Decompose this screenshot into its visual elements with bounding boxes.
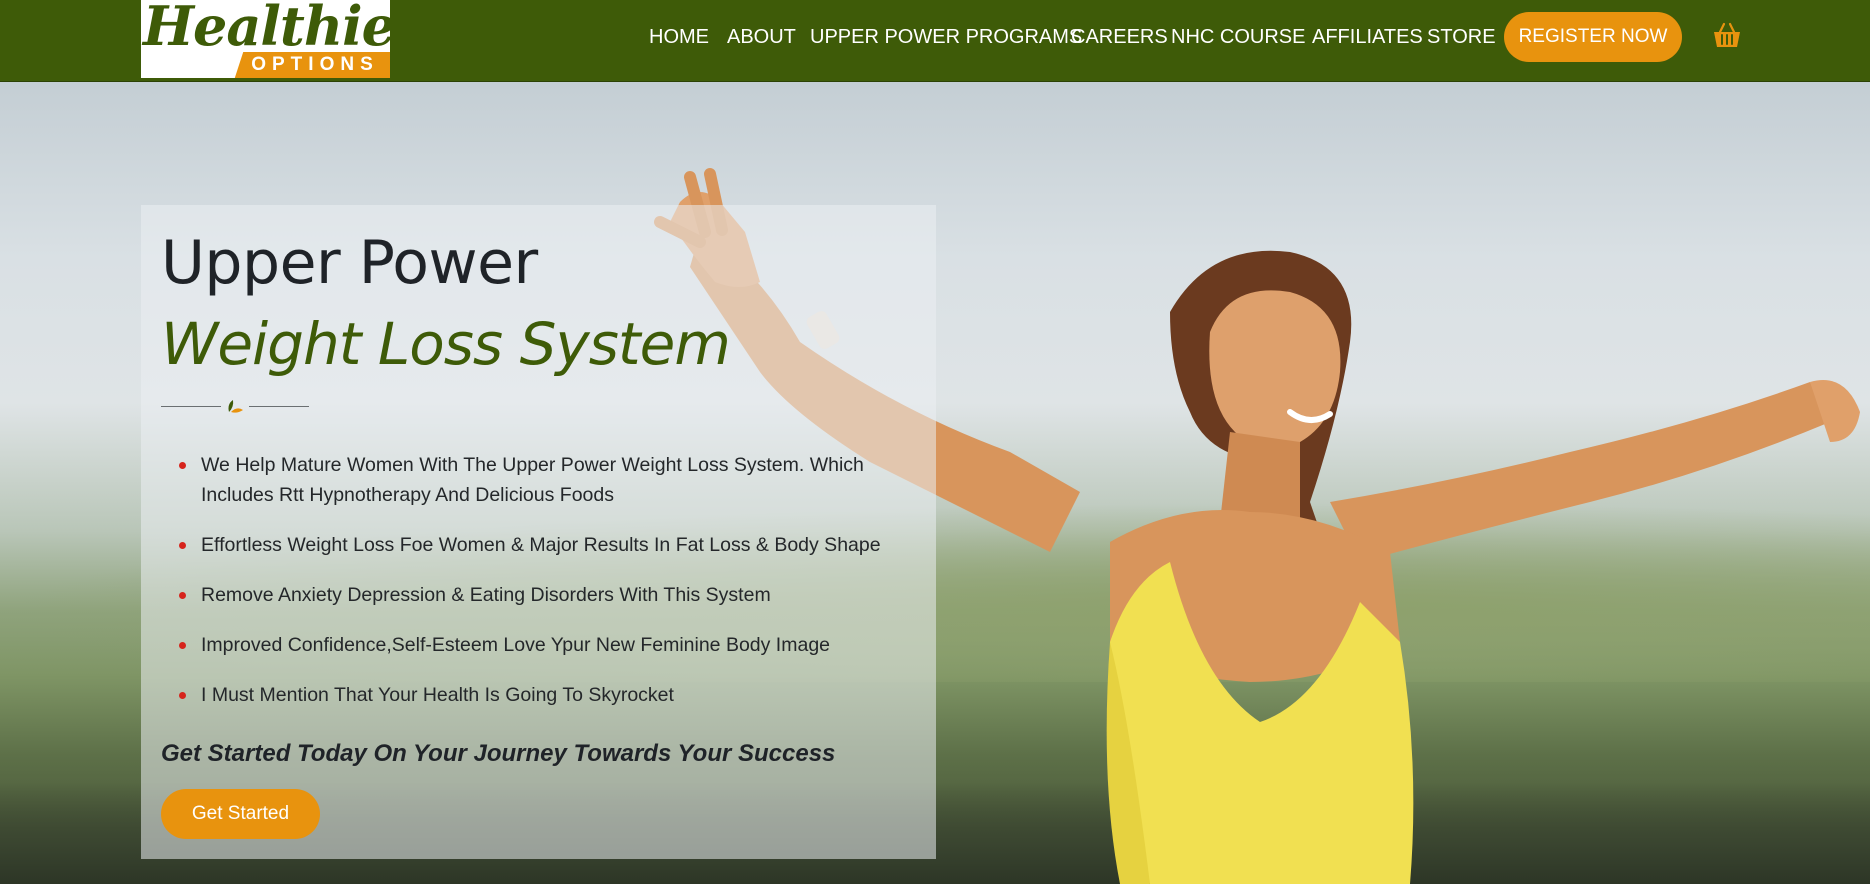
nav-upper-power-programs[interactable]: UPPER POWER PROGRAMS: [810, 26, 1082, 49]
register-now-button[interactable]: REGISTER NOW: [1504, 12, 1682, 62]
divider-line-right: [249, 406, 309, 407]
divider-line-left: [161, 406, 221, 407]
leaf-icon: [228, 400, 243, 413]
list-item: Effortless Weight Loss Foe Women & Major…: [175, 530, 915, 580]
nav-about[interactable]: ABOUT: [727, 26, 796, 49]
bullet-dot: [179, 642, 186, 649]
bullet-dot: [179, 592, 186, 599]
list-item: I Must Mention That Your Health Is Going…: [175, 680, 915, 730]
list-item: Improved Confidence,Self-Esteem Love Ypu…: [175, 630, 915, 680]
nav-affiliates[interactable]: AFFILIATES: [1312, 26, 1423, 49]
hero-title-line2: Weight Loss System: [161, 310, 731, 378]
cta-heading: Get Started Today On Your Journey Toward…: [161, 740, 836, 767]
bullet-dot: [179, 692, 186, 699]
logo-wordmark: Healthier: [143, 0, 390, 58]
basket-icon[interactable]: [1711, 20, 1743, 52]
bullet-dot: [179, 542, 186, 549]
benefits-list: We Help Mature Women With The Upper Powe…: [175, 450, 915, 730]
site-logo[interactable]: Healthier OPTIONS: [141, 0, 390, 78]
nav-nhc-course[interactable]: NHC COURSE: [1171, 26, 1305, 49]
list-item: We Help Mature Women With The Upper Powe…: [175, 450, 915, 530]
nav-store[interactable]: STORE: [1427, 26, 1496, 49]
list-item: Remove Anxiety Depression & Eating Disor…: [175, 580, 915, 630]
logo-subtitle: OPTIONS: [251, 54, 379, 75]
site-header: Healthier OPTIONS HOME ABOUT UPPER POWER…: [0, 0, 1870, 82]
nav-home[interactable]: HOME: [649, 26, 709, 49]
nav-careers[interactable]: CAREERS: [1071, 26, 1168, 49]
title-divider: [161, 398, 309, 414]
bullet-dot: [179, 462, 186, 469]
hero-title-line1: Upper Power: [161, 228, 538, 298]
get-started-button[interactable]: Get Started: [161, 789, 320, 839]
